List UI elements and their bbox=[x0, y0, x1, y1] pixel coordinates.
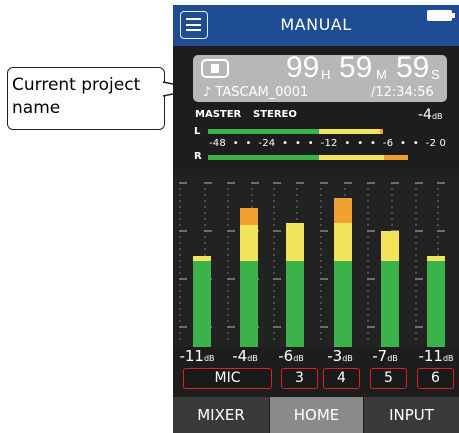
fader-bar-6-green bbox=[427, 260, 445, 347]
master-level-unit: dB bbox=[431, 112, 443, 121]
battery-icon bbox=[427, 10, 452, 21]
hours-unit: H bbox=[321, 67, 331, 82]
tab-mixer[interactable]: MIXER bbox=[173, 397, 269, 433]
input-button-mic[interactable]: MIC bbox=[183, 368, 272, 389]
channel-level-5-value: -7 bbox=[372, 347, 388, 365]
master-left-green bbox=[208, 129, 319, 134]
channel-level-1-value: -11 bbox=[179, 347, 204, 365]
channel-level-2-unit: dB bbox=[247, 354, 258, 363]
fader-bar-4-yellow bbox=[334, 223, 352, 261]
tab-home[interactable]: HOME bbox=[270, 397, 363, 433]
fader-bar-3-green bbox=[286, 260, 304, 347]
master-level-value: -4 bbox=[418, 107, 432, 123]
fader-bar-2-green bbox=[240, 260, 258, 347]
callout-box: Current project name bbox=[7, 67, 165, 130]
input-button-6[interactable]: 6 bbox=[417, 368, 454, 389]
battery-tip bbox=[452, 13, 455, 18]
master-right-meter bbox=[208, 155, 408, 160]
top-bar: MANUAL bbox=[173, 5, 459, 46]
status-panel: 99 H 59 M 59 S ♪ TASCAM_0001 /12:34:56 bbox=[193, 51, 447, 102]
minutes-unit: M bbox=[376, 67, 387, 82]
channel-level-4-unit: dB bbox=[342, 354, 353, 363]
input-button-3[interactable]: 3 bbox=[281, 368, 318, 389]
channel-level-6-unit: dB bbox=[442, 354, 454, 363]
callout-text-line1: Current project bbox=[12, 75, 141, 95]
master-meter-scale: -48 • • -24 • • • -12 • • • -6 • • -2 0 bbox=[209, 138, 447, 149]
master-right-orange bbox=[384, 155, 408, 160]
minutes-value: 59 bbox=[339, 51, 373, 84]
tab-input[interactable]: INPUT bbox=[364, 397, 459, 433]
channel-level-4-value: -3 bbox=[327, 347, 343, 365]
master-level: -4dB bbox=[418, 107, 443, 123]
channel-level-3-value: -6 bbox=[278, 347, 294, 365]
right-channel-label: R bbox=[194, 151, 202, 162]
input-button-4[interactable]: 4 bbox=[323, 368, 360, 389]
mode-title: MANUAL bbox=[280, 15, 352, 34]
channel-level-2-value: -4 bbox=[232, 347, 248, 365]
channel-level-1: -11dB bbox=[177, 347, 217, 365]
hours-value: 99 bbox=[286, 51, 320, 84]
project-name: ♪ TASCAM_0001 bbox=[203, 85, 309, 100]
fader-bar-5-yellow bbox=[381, 231, 399, 261]
fader-bar-3-yellow bbox=[286, 223, 304, 261]
channel-level-3-unit: dB bbox=[293, 354, 304, 363]
master-label: MASTER bbox=[195, 109, 242, 120]
master-left-yellow bbox=[319, 129, 380, 134]
channel-level-2: -4dB bbox=[225, 347, 265, 365]
fader-bar-5-green bbox=[381, 260, 399, 347]
fader-bar-4-orange bbox=[334, 198, 352, 224]
channel-level-6: -11dB bbox=[416, 347, 456, 365]
seconds-unit: S bbox=[431, 67, 440, 82]
channel-level-1-unit: dB bbox=[203, 354, 215, 363]
channel-level-6-value: -11 bbox=[418, 347, 443, 365]
device-screen: MANUAL 99 H 59 M 59 S ♪ TASCAM_0001 /12:… bbox=[173, 5, 459, 433]
fader-tick-marks bbox=[179, 182, 445, 340]
fader-bar-1-yellow bbox=[193, 256, 211, 261]
stop-icon[interactable] bbox=[201, 59, 229, 78]
remaining-time: /12:34:56 bbox=[371, 85, 434, 100]
left-channel-label: L bbox=[194, 126, 201, 137]
master-left-meter bbox=[208, 129, 388, 134]
fader-bar-2-yellow bbox=[240, 224, 258, 261]
callout-text-line2: name bbox=[12, 98, 61, 118]
bottom-tab-bar: MIXER HOME INPUT bbox=[173, 397, 459, 433]
channel-level-4: -3dB bbox=[320, 347, 360, 365]
fader-bar-4-green bbox=[334, 260, 352, 347]
channel-level-3: -6dB bbox=[271, 347, 311, 365]
fader-bar-2-orange bbox=[240, 207, 258, 225]
seconds-value: 59 bbox=[396, 51, 430, 84]
master-left-orange bbox=[380, 129, 383, 134]
input-button-5[interactable]: 5 bbox=[370, 368, 407, 389]
channel-level-5: -7dB bbox=[365, 347, 405, 365]
fader-bar-1-green bbox=[193, 260, 211, 347]
channel-level-5-unit: dB bbox=[387, 354, 398, 363]
master-right-yellow bbox=[319, 155, 384, 160]
master-mode: STEREO bbox=[253, 109, 297, 120]
master-right-green bbox=[208, 155, 319, 160]
fader-bar-6-yellow bbox=[427, 256, 445, 261]
